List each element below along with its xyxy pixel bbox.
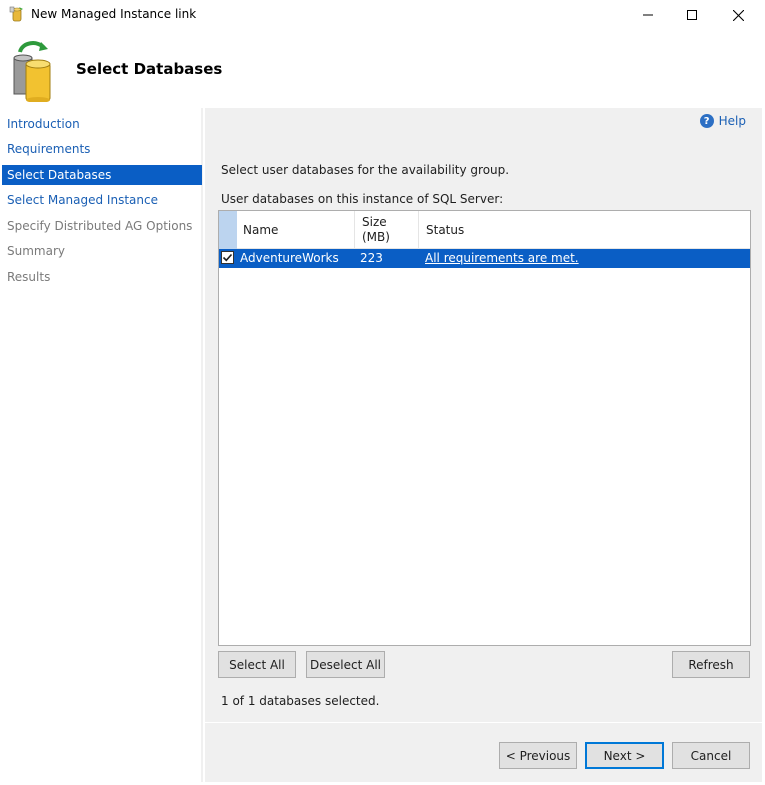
- instruction-text: Select user databases for the availabili…: [221, 163, 510, 177]
- close-button[interactable]: [715, 0, 761, 30]
- wizard-window: New Managed Instance link Select Databas…: [0, 0, 765, 785]
- deselect-all-button[interactable]: Deselect All: [306, 651, 385, 678]
- minimize-button[interactable]: [625, 0, 671, 30]
- title-bar: New Managed Instance link: [0, 0, 765, 30]
- grid-header: Name Size (MB) Status: [219, 211, 750, 249]
- maximize-icon: [687, 10, 697, 20]
- database-sync-icon: [10, 38, 58, 103]
- close-icon: [732, 9, 744, 21]
- footer-divider: [205, 722, 762, 723]
- managed-instance-app-icon: [9, 6, 25, 22]
- size-header-line1: Size: [362, 215, 387, 229]
- row-size: 223: [360, 251, 383, 265]
- name-column-header[interactable]: Name: [237, 211, 355, 249]
- minimize-icon: [643, 14, 653, 16]
- databases-grid[interactable]: Name Size (MB) Status AdventureWorks 223…: [218, 210, 751, 646]
- window-title: New Managed Instance link: [31, 7, 197, 21]
- size-header-line2: (MB): [362, 230, 390, 244]
- main-panel: ? Help Select user databases for the ava…: [205, 108, 762, 782]
- nav-item-select-databases[interactable]: Select Databases: [2, 165, 202, 185]
- help-link[interactable]: ? Help: [699, 114, 746, 128]
- row-checkbox[interactable]: [221, 251, 234, 264]
- help-icon: ?: [699, 114, 714, 128]
- next-button[interactable]: Next >: [585, 742, 664, 769]
- wizard-header: Select Databases: [0, 30, 765, 108]
- size-column-header[interactable]: Size (MB): [355, 211, 419, 249]
- maximize-button[interactable]: [669, 0, 715, 30]
- nav-item-summary: Summary: [7, 244, 65, 258]
- table-row[interactable]: AdventureWorks 223 All requirements are …: [219, 249, 750, 268]
- grid-label: User databases on this instance of SQL S…: [221, 192, 504, 206]
- refresh-button[interactable]: Refresh: [672, 651, 750, 678]
- checkmark-icon: [222, 253, 233, 262]
- row-status-link[interactable]: All requirements are met.: [425, 249, 579, 268]
- cancel-button[interactable]: Cancel: [672, 742, 750, 769]
- select-all-button[interactable]: Select All: [218, 651, 296, 678]
- wizard-steps-nav: Introduction Requirements Select Databas…: [0, 108, 203, 782]
- select-column-header[interactable]: [219, 211, 237, 249]
- nav-item-select-managed-instance[interactable]: Select Managed Instance: [2, 190, 202, 210]
- page-title: Select Databases: [76, 60, 223, 78]
- selection-summary: 1 of 1 databases selected.: [221, 694, 380, 708]
- nav-item-results: Results: [7, 270, 51, 284]
- row-name: AdventureWorks: [240, 251, 339, 265]
- help-label: Help: [718, 114, 746, 128]
- nav-item-introduction[interactable]: Introduction: [2, 114, 202, 134]
- nav-item-distributed-ag-options: Specify Distributed AG Options: [7, 219, 193, 233]
- previous-button[interactable]: < Previous: [499, 742, 577, 769]
- status-column-header[interactable]: Status: [419, 211, 750, 249]
- nav-item-requirements[interactable]: Requirements: [2, 139, 202, 159]
